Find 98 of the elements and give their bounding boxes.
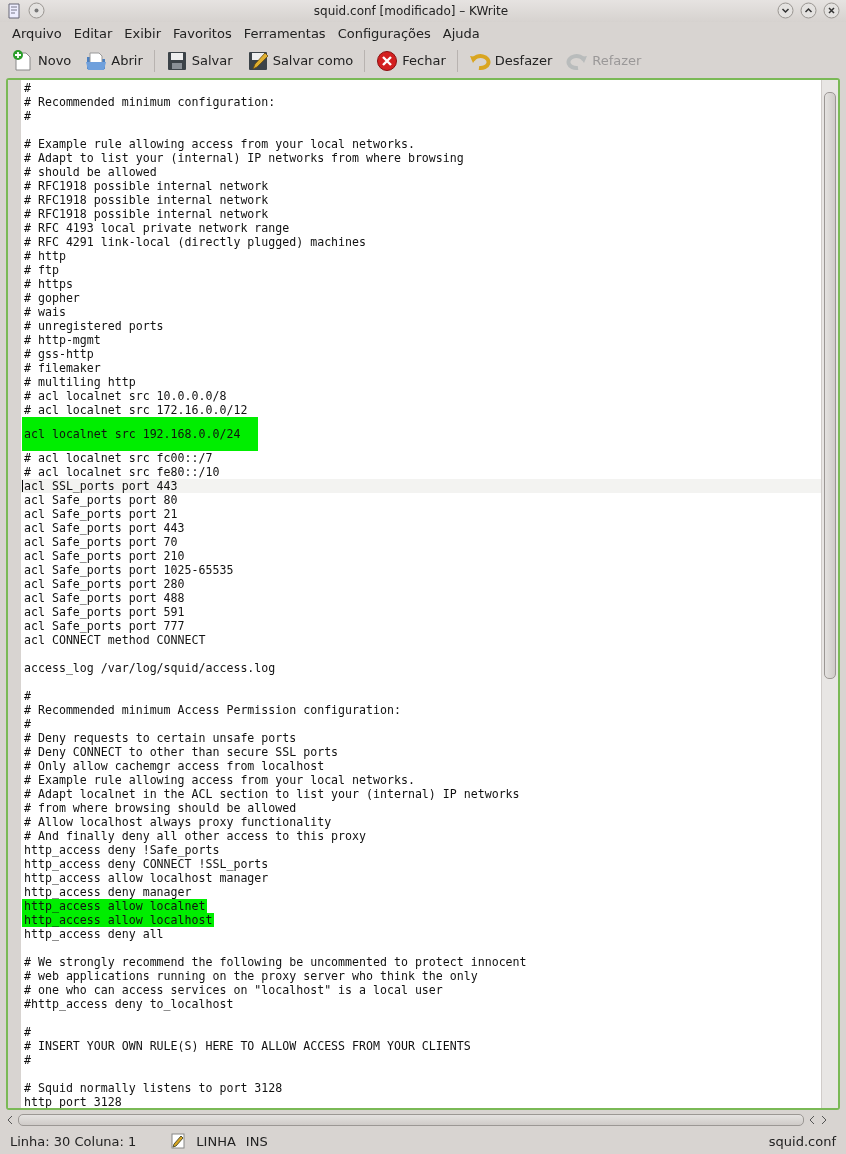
code-line: http_access allow localhost manager <box>24 870 269 885</box>
menu-item[interactable]: Ferramentas <box>237 24 332 44</box>
code-line: # Deny CONNECT to other than secure SSL ports <box>24 744 339 759</box>
toolbar-button[interactable]: Abrir <box>79 46 149 75</box>
new-document-icon <box>12 49 34 72</box>
code-line: # http-mgmt <box>24 332 101 347</box>
code-line: # <box>24 80 31 95</box>
code-line: http_access deny CONNECT !SSL_ports <box>24 856 269 871</box>
code-line: # acl localnet src fc00::/7 <box>24 450 213 465</box>
code-line: # web applications running on the proxy server who think the only <box>24 968 478 983</box>
scroll-left-icon[interactable] <box>6 1115 14 1126</box>
code-line: # RFC 4193 local private network range <box>24 220 290 235</box>
toolbar-button[interactable]: Salvar <box>159 46 239 75</box>
file-name: squid.conf <box>768 1133 836 1149</box>
code-line: # unregistered ports <box>24 318 164 333</box>
code-line: acl SSL_ports port 443 <box>24 478 178 493</box>
code-line: # Adapt localnet in the ACL section to list your (internal) IP networks <box>24 786 520 801</box>
code-line: acl Safe_ports port 80 <box>24 492 178 507</box>
code-line: acl CONNECT method CONNECT <box>24 632 206 647</box>
code-line: acl Safe_ports port 70 <box>24 534 178 549</box>
code-line: # acl localnet src 10.0.0.0/8 <box>24 388 227 403</box>
toolbar-button[interactable]: Novo <box>6 46 78 75</box>
menu-button-icon[interactable] <box>28 2 45 20</box>
input-mode[interactable]: INS <box>245 1133 268 1149</box>
minimize-icon[interactable] <box>777 2 794 20</box>
code-line: # acl localnet src 172.16.0.0/12 <box>24 402 248 417</box>
code-line: # gss-http <box>24 346 94 361</box>
maximize-icon[interactable] <box>800 2 817 20</box>
code-line: # ftp <box>24 262 59 277</box>
code-line: # And finally deny all other access to this proxy <box>24 828 367 843</box>
code-line: # Only allow cachemgr access from localhost <box>24 758 325 773</box>
toolbar-button[interactable]: Fechar <box>370 46 452 75</box>
code-line: acl Safe_ports port 777 <box>24 618 185 633</box>
toolbar-button[interactable]: Salvar como <box>240 46 360 75</box>
close-icon <box>376 49 399 72</box>
code-line: # Recommended minimum Access Permission configuration: <box>24 702 401 717</box>
scroll-left-icon[interactable] <box>808 1115 816 1126</box>
code-line: # Recommended minimum configuration: <box>24 94 276 109</box>
menu-item[interactable]: Configurações <box>331 24 437 44</box>
code-line: access_log /var/log/squid/access.log <box>24 660 276 675</box>
code-line: # <box>24 108 31 123</box>
code-line: # We strongly recommend the following be uncommented to protect innocent <box>24 954 527 969</box>
code-line: # <box>24 1052 31 1067</box>
selection-mode[interactable]: LINHA <box>196 1133 236 1149</box>
close-icon[interactable] <box>823 2 840 20</box>
code-line: # Deny requests to certain unsafe ports <box>24 730 297 745</box>
code-line: acl Safe_ports port 21 <box>24 506 178 521</box>
code-line: acl Safe_ports port 443 <box>24 520 185 535</box>
code-line: acl Safe_ports port 210 <box>24 548 185 563</box>
menu-item[interactable]: Exibir <box>118 24 167 44</box>
code-line: http_access deny !Safe_ports <box>24 842 220 857</box>
menu-item[interactable]: Arquivo <box>6 24 68 44</box>
menu-item[interactable]: Favoritos <box>167 24 238 44</box>
code-line: # <box>24 688 31 703</box>
code-line: http_access deny all <box>24 926 164 941</box>
code-line: acl Safe_ports port 280 <box>24 576 185 591</box>
code-line: # gopher <box>24 290 80 305</box>
code-line: # <box>24 1024 31 1039</box>
code-line: http_port 3128 <box>24 1094 122 1109</box>
code-line: # RFC1918 possible internal network <box>24 192 269 207</box>
code-line: # Example rule allowing access from your local networks. <box>24 136 415 151</box>
menu-item[interactable]: Editar <box>67 24 119 44</box>
code-line: acl Safe_ports port 488 <box>24 590 185 605</box>
code-line: # http <box>24 248 66 263</box>
code-line: # <box>24 716 31 731</box>
code-line: # wais <box>24 304 66 319</box>
text-cursor <box>22 479 23 492</box>
code-line: # Adapt to list your (internal) IP networks from where browsing <box>24 150 464 165</box>
code-line: http_access deny manager <box>24 884 192 899</box>
app-icon <box>6 3 22 19</box>
cursor-position: Linha: 30 Coluna: 1 <box>10 1133 137 1149</box>
scrollbar-thumb[interactable] <box>824 91 836 679</box>
toolbar-button[interactable]: Desfazer <box>462 46 559 75</box>
code-line: # Allow localhost always proxy functionality <box>24 814 332 829</box>
code-line: # filemaker <box>24 360 101 375</box>
code-line: acl Safe_ports port 591 <box>24 604 185 619</box>
code-line: # RFC 4291 link-local (directly plugged) machines <box>24 234 367 249</box>
scroll-right-icon[interactable] <box>820 1115 828 1126</box>
code-line: # https <box>24 276 73 291</box>
code-line: # multiling http <box>24 374 136 389</box>
code-line: # one who can access services on "localhost" is a local user <box>24 982 443 997</box>
floppy-pencil-icon <box>246 49 269 72</box>
folder-icon <box>85 49 108 72</box>
vertical-scrollbar[interactable] <box>821 79 838 1109</box>
code-line: # should be allowed <box>24 164 157 179</box>
text-editor[interactable] <box>6 77 840 1111</box>
code-line: acl Safe_ports port 1025-65535 <box>24 562 234 577</box>
code-line: #http_access deny to_localhost <box>24 996 234 1011</box>
code-line: # from where browsing should be allowed <box>24 800 297 815</box>
code-line: # acl localnet src fe80::/10 <box>24 464 220 479</box>
code-line: # RFC1918 possible internal network <box>24 178 269 193</box>
menu-item[interactable]: Ajuda <box>436 24 486 44</box>
code-line: # INSERT YOUR OWN RULE(S) HERE TO ALLOW ACCESS FROM YOUR CLIENTS <box>24 1038 471 1053</box>
window-title: squid.conf [modificado] – KWrite <box>312 4 510 18</box>
code-line: # Squid normally listens to port 3128 <box>24 1080 283 1095</box>
code-line: # RFC1918 possible internal network <box>24 206 269 221</box>
horizontal-scrollbar[interactable] <box>18 1114 804 1127</box>
code-line: # Example rule allowing access from your local networks. <box>24 772 415 787</box>
